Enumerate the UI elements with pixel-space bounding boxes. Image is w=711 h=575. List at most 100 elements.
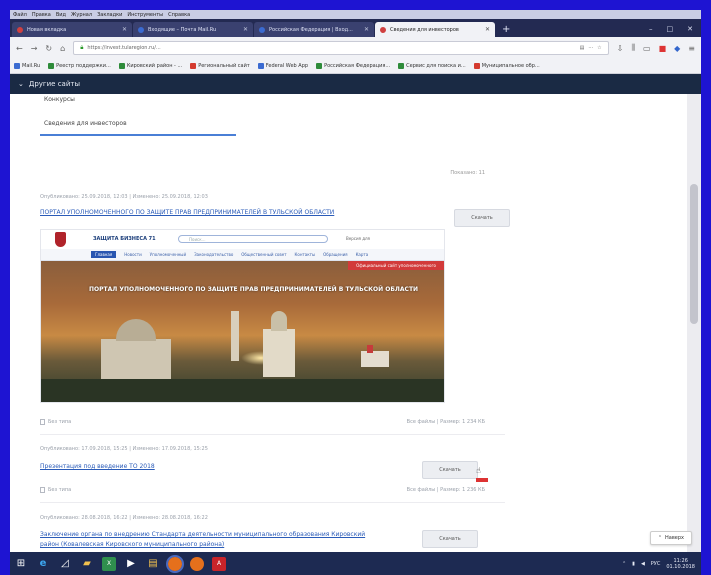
nav-item-investors[interactable]: Сведения для инвесторов xyxy=(44,120,127,127)
volume-icon[interactable]: ◀ xyxy=(641,561,645,567)
url-text: https://invest.tularegion.ru/... xyxy=(87,45,161,51)
item-preview-image[interactable]: ЗАЩИТА БИЗНЕСА 71 Поиск... Версия для Гл… xyxy=(40,229,445,403)
preview-nav-item: Законодательство xyxy=(194,252,234,257)
star-icon[interactable]: ☆ xyxy=(597,45,601,51)
item-title-link[interactable]: Заключение органа по внедрению Стандарта… xyxy=(40,530,370,550)
menu-file[interactable]: Файл xyxy=(13,12,27,18)
home-icon[interactable]: ⌂ xyxy=(60,44,65,53)
menu-history[interactable]: Журнал xyxy=(71,12,92,18)
item-title-link[interactable]: Презентация под введение ТО 2018 xyxy=(40,463,155,470)
results-count: Показано: 11 xyxy=(450,170,485,176)
download-icon[interactable]: ⇩ xyxy=(617,44,624,53)
preview-nav: Главная Новости Уполномоченный Законодат… xyxy=(41,249,444,261)
new-tab-button[interactable]: + xyxy=(496,24,516,37)
item-meta: Опубликовано: 25.09.2018, 12:03 | Измене… xyxy=(40,194,208,200)
tooltip-marker xyxy=(476,478,488,482)
item-title-link[interactable]: ПОРТАЛ УПОЛНОМОЧЕННОГО ПО ЗАЩИТЕ ПРАВ ПР… xyxy=(40,209,334,216)
back-arrow-icon[interactable]: ← xyxy=(16,44,23,53)
maximize-icon[interactable]: □ xyxy=(667,25,674,33)
tab-federation[interactable]: Российская Федерация | Вход... ✕ xyxy=(254,22,374,37)
tab-new[interactable]: Новая вкладка ✕ xyxy=(12,22,132,37)
divider xyxy=(40,434,505,435)
clock-date: 01.10.2018 xyxy=(666,563,695,570)
close-window-icon[interactable]: ✕ xyxy=(687,25,693,33)
address-bar[interactable]: 🔒︎ https://invest.tularegion.ru/... ▤ ··… xyxy=(73,41,609,55)
preview-logo: ЗАЩИТА БИЗНЕСА 71 xyxy=(93,236,156,242)
more-icon[interactable]: ··· xyxy=(588,45,593,51)
menu-tools[interactable]: Инструменты xyxy=(127,12,163,18)
firefox-icon[interactable] xyxy=(166,554,184,573)
tab-mail[interactable]: Входящие – Почта Mail.Ru ✕ xyxy=(133,22,253,37)
tab-label: Сведения для инвесторов xyxy=(390,26,459,33)
firefox-icon xyxy=(17,26,23,33)
minimize-icon[interactable]: – xyxy=(649,25,653,33)
pdf-reader-icon[interactable]: A xyxy=(212,556,226,571)
tab-investors[interactable]: Сведения для инвесторов ✕ xyxy=(375,22,495,37)
language-indicator[interactable]: РУС xyxy=(651,561,661,567)
spreadsheet-icon[interactable]: X xyxy=(102,556,116,571)
windows-start-icon[interactable]: ⊞ xyxy=(14,557,28,571)
close-tab-icon[interactable]: ✕ xyxy=(364,26,369,33)
folder-icon[interactable]: ▤ xyxy=(146,557,160,571)
bookmark[interactable]: Муниципальное обр... xyxy=(473,63,540,69)
bookmark[interactable]: Кировский район - ... xyxy=(118,63,182,69)
menu-help[interactable]: Справка xyxy=(168,12,190,18)
active-nav-underline xyxy=(40,134,236,136)
download-button[interactable]: Скачать xyxy=(454,209,510,227)
bookmark[interactable]: Реестр поддержки... xyxy=(48,63,111,69)
item-meta: Опубликовано: 17.09.2018, 15:25 | Измене… xyxy=(40,446,208,452)
bookmark[interactable]: Federal Web App xyxy=(257,63,308,69)
clock[interactable]: 11:26 01.10.2018 xyxy=(666,558,695,570)
scroll-to-top-label: Наверх xyxy=(665,535,684,541)
bookmark[interactable]: Сервис для поиска и... xyxy=(398,63,466,69)
bookmark-icon xyxy=(190,63,197,69)
other-sites-bar[interactable]: ⌄ Другие сайты xyxy=(10,74,701,94)
close-tab-icon[interactable]: ✕ xyxy=(122,26,127,33)
bookmark[interactable]: Региональный сайт xyxy=(190,63,250,69)
file-icon xyxy=(40,487,45,493)
chart-app-icon[interactable]: ◿ xyxy=(58,557,72,571)
download-button[interactable]: Скачать xyxy=(422,461,478,479)
close-tab-icon[interactable]: ✕ xyxy=(243,26,248,33)
file-type: Без типа xyxy=(40,419,71,425)
preview-nav-item: Карта xyxy=(355,252,369,257)
forward-arrow-icon[interactable]: → xyxy=(31,44,38,53)
menu-edit[interactable]: Правка xyxy=(32,12,51,18)
file-explorer-icon[interactable]: ▰ xyxy=(80,557,94,571)
scrollbar-thumb[interactable] xyxy=(690,184,698,324)
download-button[interactable]: Скачать xyxy=(422,530,478,548)
nav-item-konkursy[interactable]: Конкурсы xyxy=(44,96,75,103)
reader-icon[interactable]: ▤ xyxy=(580,45,585,51)
presentation-icon[interactable] xyxy=(190,556,204,571)
media-player-icon[interactable]: ▶ xyxy=(124,557,138,571)
tab-label: Российская Федерация | Вход... xyxy=(269,26,353,33)
scrollbar[interactable] xyxy=(687,94,701,552)
bookmark[interactable]: Mail.Ru xyxy=(14,63,40,69)
scroll-to-top-button[interactable]: ⌃ Наверх xyxy=(649,531,692,545)
extension-icon[interactable]: ■ xyxy=(659,44,667,53)
menu-view[interactable]: Вид xyxy=(56,12,66,18)
file-size: Все файлы | Размер: 1 236 КБ xyxy=(406,487,485,493)
bookmark-icon xyxy=(398,63,405,69)
reload-icon[interactable]: ↻ xyxy=(45,44,52,53)
menu-bookmarks[interactable]: Закладки xyxy=(97,12,122,18)
preview-nav-item: Новости xyxy=(124,252,142,257)
network-icon[interactable]: ▮ xyxy=(632,561,635,567)
chevron-down-icon: ⌄ xyxy=(18,80,24,88)
library-icon[interactable]: ⫼ xyxy=(631,43,635,53)
extension-icon[interactable]: ◆ xyxy=(674,44,680,53)
preview-nav-item: Обращения xyxy=(323,252,348,257)
close-tab-icon[interactable]: ✕ xyxy=(485,26,490,33)
preview-hero-banner: Официальный сайт уполномоченного ПОРТАЛ … xyxy=(41,261,444,402)
internet-explorer-icon[interactable]: e xyxy=(36,557,50,571)
tray-arrow-icon[interactable]: ⌃ xyxy=(622,561,626,567)
chevron-up-icon: ⌃ xyxy=(657,535,663,541)
mail-icon xyxy=(138,26,144,33)
church-shape xyxy=(263,329,295,377)
preview-caption: ПОРТАЛ УПОЛНОМОЧЕННОГО ПО ЗАЩИТЕ ПРАВ ПР… xyxy=(89,286,419,293)
bookmark[interactable]: Российская Федерация... xyxy=(316,63,390,69)
cursor-icon: ☝ xyxy=(476,466,481,475)
sidebar-icon[interactable]: ▭ xyxy=(643,44,651,53)
lock-icon: 🔒︎ xyxy=(80,44,84,51)
menu-icon[interactable]: ≡ xyxy=(688,44,695,53)
